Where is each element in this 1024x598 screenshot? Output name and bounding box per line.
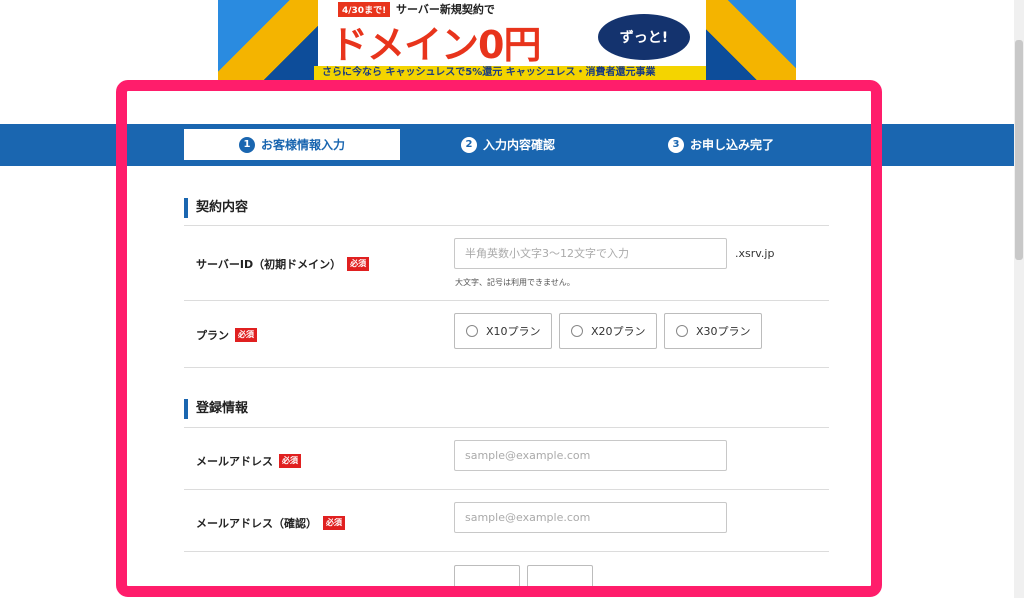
required-badge: 必須 xyxy=(279,454,301,468)
step-complete: 3 お申し込み完了 xyxy=(613,129,829,160)
required-badge: 必須 xyxy=(235,328,257,342)
banner-headline: ドメイン0円 xyxy=(330,23,541,67)
step-label: お申し込み完了 xyxy=(689,138,774,152)
divider xyxy=(184,551,829,552)
required-badge: 必須 xyxy=(347,257,370,271)
divider xyxy=(184,489,829,490)
plan-option-x20[interactable]: X20プラン xyxy=(559,313,657,349)
next-row-option-1[interactable] xyxy=(454,565,520,595)
section-title-contract: 契約内容 xyxy=(184,198,248,218)
divider xyxy=(184,225,829,226)
plan-option-label: X30プラン xyxy=(696,325,751,338)
banner-bubble: ずっと! xyxy=(598,14,690,60)
plan-label: プラン 必須 xyxy=(196,327,257,343)
field-label-text: プラン xyxy=(196,329,229,342)
scrollbar-thumb[interactable] xyxy=(1015,40,1023,260)
domain-suffix: .xsrv.jp xyxy=(735,247,775,260)
server-id-input[interactable] xyxy=(454,238,727,269)
required-badge: 必須 xyxy=(323,516,345,530)
field-label-text: メールアドレス xyxy=(196,455,273,468)
email-confirm-input[interactable] xyxy=(454,502,727,533)
step-number-badge: 3 xyxy=(667,136,684,153)
server-id-note: 大文字、記号は利用できません。 xyxy=(455,278,575,287)
banner-cube-graphic-left xyxy=(218,0,318,80)
page-scrollbar[interactable] xyxy=(1014,0,1024,598)
radio-circle-icon[interactable] xyxy=(571,325,583,337)
email-confirm-label: メールアドレス（確認） 必須 xyxy=(196,515,345,531)
field-label-text: メールアドレス（確認） xyxy=(196,517,317,530)
plan-option-label: X20プラン xyxy=(591,325,646,338)
step-confirm-input: 2 入力内容確認 xyxy=(400,129,616,160)
step-label: 入力内容確認 xyxy=(482,138,555,152)
server-id-label: サーバーID（初期ドメイン） 必須 xyxy=(196,256,370,272)
promo-banner[interactable]: 4/30まで! サーバー新規契約で ドメイン0円 ずっと! さらに今なら キャッ… xyxy=(218,0,796,80)
banner-cube-graphic-right xyxy=(706,0,796,80)
progress-step-bar: 1 お客様情報入力 2 入力内容確認 3 お申し込み完了 xyxy=(0,124,1014,166)
email-label: メールアドレス 必須 xyxy=(196,453,301,469)
radio-circle-icon[interactable] xyxy=(676,325,688,337)
plan-option-x10[interactable]: X10プラン xyxy=(454,313,552,349)
plan-option-label: X10プラン xyxy=(486,325,541,338)
radio-circle-icon[interactable] xyxy=(466,325,478,337)
banner-bottom-strip: さらに今なら キャッシュレスで5%還元 キャッシュレス・消費者還元事業 xyxy=(314,66,706,80)
email-input[interactable] xyxy=(454,440,727,471)
divider xyxy=(184,427,829,428)
divider xyxy=(184,367,829,368)
divider xyxy=(184,300,829,301)
section-title-registration: 登録情報 xyxy=(184,399,248,419)
next-row-option-2[interactable] xyxy=(527,565,593,595)
field-label-text: サーバーID（初期ドメイン） xyxy=(196,258,342,271)
step-customer-info: 1 お客様情報入力 xyxy=(184,129,400,160)
step-number-badge: 2 xyxy=(460,136,477,153)
step-number-badge: 1 xyxy=(238,136,255,153)
plan-option-x30[interactable]: X30プラン xyxy=(664,313,762,349)
step-label: お客様情報入力 xyxy=(260,138,345,152)
